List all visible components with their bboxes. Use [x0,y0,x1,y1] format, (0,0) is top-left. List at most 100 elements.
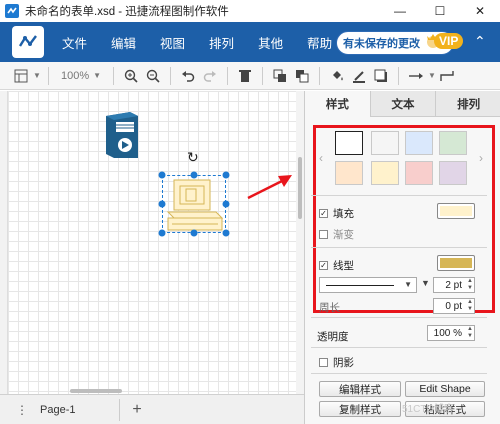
tab-style[interactable]: 样式 [305,91,370,117]
line-width-input[interactable]: 2 pt ▲ ▼ [433,277,475,293]
divider [113,66,114,85]
page-tab[interactable]: Page-1 [30,399,120,421]
logo-icon [18,35,37,47]
selection-handles[interactable] [157,170,231,238]
minimize-button[interactable]: — [380,0,420,22]
page-tab-label: Page-1 [40,404,76,416]
page-view-dropdown-icon[interactable]: ▼ [32,65,42,87]
menu-view[interactable]: 视图 [160,33,185,52]
divider [311,347,487,348]
server-tower-icon[interactable] [104,110,140,160]
unsaved-changes-label: 有未保存的更改 [343,38,420,50]
perimeter-value: 0 pt [445,300,462,312]
window-title: 未命名的表单.xsd - 迅捷流程图制作软件 [25,6,229,18]
spinner-icon[interactable]: ▲ ▼ [467,278,473,292]
line-pattern-dropdown-icon[interactable]: ▼ [421,278,430,288]
style-swatch[interactable] [439,161,467,185]
line-row: ✓ 线型 [319,258,354,273]
opacity-input[interactable]: 100 % ▲ ▼ [427,325,475,341]
left-sidebar-collapsed[interactable] [0,91,8,394]
connector-icon[interactable] [405,65,427,87]
opacity-row: 透明度 [317,329,349,344]
divider [319,66,320,85]
add-page-button[interactable]: + [126,399,148,421]
style-swatch[interactable] [405,161,433,185]
style-swatch[interactable] [439,131,467,155]
to-back-icon[interactable] [291,65,313,87]
opacity-value: 100 % [433,327,462,339]
annotation-arrow-icon [247,175,292,200]
to-front-icon[interactable] [269,65,291,87]
fill-color-icon[interactable] [326,65,348,87]
zoom-dropdown[interactable]: 100% ▼ [55,65,107,87]
divider [311,195,487,196]
divider [170,66,171,85]
fill-color-button[interactable] [437,203,475,219]
page-view-icon[interactable] [10,65,32,87]
zoom-out-icon[interactable] [142,65,164,87]
swatch-prev-icon[interactable]: ‹ [319,151,323,165]
perimeter-input[interactable]: 0 pt ▲ ▼ [433,298,475,314]
undo-icon[interactable] [177,65,199,87]
title-bar: 未命名的表单.xsd - 迅捷流程图制作软件 — ☐ ✕ [0,0,500,22]
line-label: 线型 [333,260,354,272]
shadow-icon[interactable] [370,65,392,87]
line-color-swatch [440,258,472,268]
shadow-row: 阴影 [319,355,354,370]
vertical-scrollbar[interactable] [296,91,304,394]
collapse-icon[interactable]: ⌃ [474,33,486,50]
menu-file[interactable]: 文件 [62,33,87,52]
shadow-checkbox[interactable] [319,358,328,367]
drawing-canvas[interactable]: ↻ [8,91,296,394]
page-bar: ⋮ Page-1 + [0,394,304,424]
divider [311,373,487,374]
line-checkbox[interactable]: ✓ [319,261,328,270]
style-swatch[interactable] [405,131,433,155]
fill-color-swatch [440,206,472,216]
line-color-icon[interactable] [348,65,370,87]
close-button[interactable]: ✕ [460,0,500,22]
spinner-icon[interactable]: ▲ ▼ [467,326,473,340]
delete-icon[interactable] [234,65,256,87]
tab-text[interactable]: 文本 [369,91,436,117]
waypoint-icon[interactable] [437,65,457,87]
connector-dropdown-icon[interactable]: ▼ [427,65,437,87]
horizontal-scroll-thumb[interactable] [70,389,122,393]
style-swatch[interactable] [335,161,363,185]
vip-label: VIP [434,33,464,49]
line-color-button[interactable] [437,255,475,271]
vertical-scroll-thumb[interactable] [298,157,302,219]
menu-edit[interactable]: 编辑 [111,33,136,52]
menu-help[interactable]: 帮助 [307,33,332,52]
rotate-handle-icon[interactable]: ↻ [187,149,199,166]
gradient-row: 渐变 [319,227,354,242]
gradient-checkbox[interactable] [319,230,328,239]
style-swatch[interactable] [371,131,399,155]
fill-row: ✓ 填充 [319,206,354,221]
line-style-preview [326,285,394,286]
redo-icon[interactable] [199,65,221,87]
pages-menu-icon[interactable]: ⋮ [16,403,28,417]
line-style-select[interactable]: ▼ [319,277,417,293]
menu-arrange[interactable]: 排列 [209,33,234,52]
tab-arrange[interactable]: 排列 [435,91,500,117]
shadow-label: 阴影 [333,357,354,369]
divider [398,66,399,85]
format-tabs: 样式 文本 排列 [305,91,500,117]
divider [262,66,263,85]
zoom-in-icon[interactable] [120,65,142,87]
app-logo[interactable] [12,26,44,58]
spinner-icon[interactable]: ▲ ▼ [467,299,473,313]
style-swatch[interactable] [371,161,399,185]
fill-label: 填充 [333,208,354,220]
copy-style-button[interactable]: 复制样式 [319,401,401,417]
style-swatch[interactable] [335,131,363,155]
maximize-button[interactable]: ☐ [420,0,460,22]
vip-badge[interactable]: VIP [424,28,468,56]
edit-shape-button[interactable]: Edit Shape [405,381,485,397]
menu-other[interactable]: 其他 [258,33,283,52]
edit-style-button[interactable]: 编辑样式 [319,381,401,397]
watermark: 51CTO博客 [402,404,455,415]
swatch-next-icon[interactable]: › [479,151,483,165]
fill-checkbox[interactable]: ✓ [319,209,328,218]
